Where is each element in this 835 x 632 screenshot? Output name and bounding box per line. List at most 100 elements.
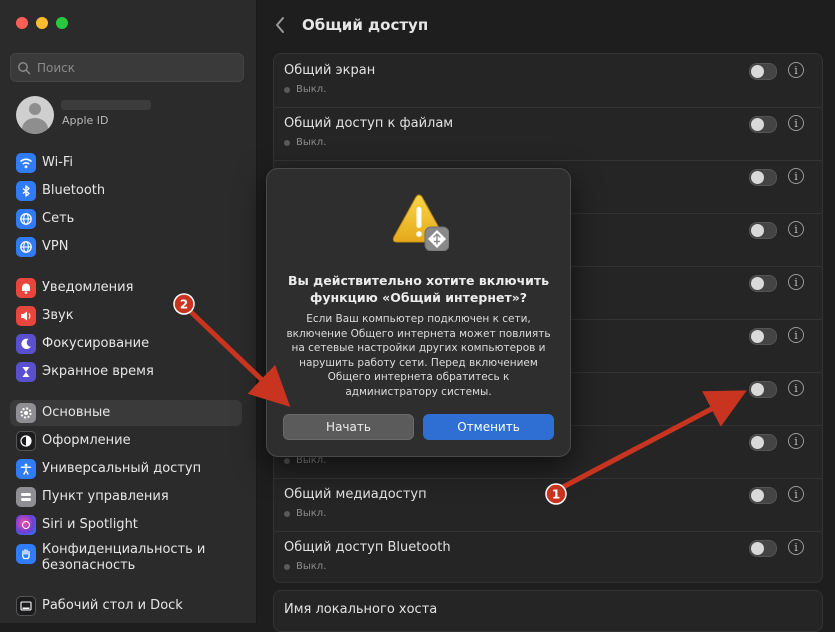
status-dot <box>284 86 290 93</box>
siri-icon <box>16 515 36 535</box>
service-name: Общий доступ Bluetooth <box>284 540 451 555</box>
sidebar-item-notifications[interactable]: Уведомления <box>10 275 242 301</box>
sidebar-item-label: Wi-Fi <box>42 155 74 170</box>
sidebar-item-label: Оформление <box>42 433 131 448</box>
sidebar-item-accessibility[interactable]: Универсальный доступ <box>10 456 242 482</box>
sidebar-item-label: Siri и Spotlight <box>42 517 138 532</box>
sidebar-item-label: VPN <box>42 239 69 254</box>
sidebar-item-screen-time[interactable]: Экранное время <box>10 359 242 385</box>
accessibility-icon <box>16 459 36 479</box>
local-hostname-section: Имя локального хоста <box>273 590 823 632</box>
internet-sharing-toggle[interactable] <box>749 381 777 398</box>
search-input[interactable] <box>35 59 229 76</box>
dialog-heading: Вы действительно хотите включить функцию… <box>287 273 550 305</box>
sidebar-item-label: Универсальный доступ <box>42 461 202 476</box>
wifi-icon <box>16 153 36 173</box>
close-window-button[interactable] <box>16 17 28 29</box>
service-name: Общий доступ к файлам <box>284 116 454 131</box>
start-button[interactable]: Начать <box>283 414 414 440</box>
sidebar-item-label: Рабочий стол и Dock <box>42 598 183 613</box>
sidebar-item-label: Bluetooth <box>42 183 106 198</box>
service-toggle[interactable] <box>749 116 777 133</box>
info-icon[interactable]: i <box>788 115 804 131</box>
globe-icon <box>16 209 36 229</box>
search-icon <box>18 61 31 74</box>
status-dot <box>284 457 290 464</box>
service-status: Выкл. <box>284 561 326 572</box>
info-icon[interactable]: i <box>788 539 804 555</box>
back-chevron-icon[interactable] <box>273 14 287 36</box>
service-row: Общий доступ к файлам Выкл. i <box>274 107 822 161</box>
control-center-icon <box>16 487 36 507</box>
sidebar-item-label: Звук <box>42 308 74 323</box>
service-name: Общий медиадоступ <box>284 487 427 502</box>
service-row: Общий доступ Bluetooth Выкл. i <box>274 531 822 584</box>
appearance-icon <box>16 431 36 451</box>
status-dot <box>284 139 290 146</box>
account-subtitle: Apple ID <box>62 114 109 127</box>
zoom-window-button[interactable] <box>56 17 68 29</box>
confirm-dialog: Вы действительно хотите включить функцию… <box>266 168 571 457</box>
bell-icon <box>16 278 36 298</box>
sidebar-item-label: Пункт управления <box>42 489 169 504</box>
service-toggle[interactable] <box>749 328 777 345</box>
gear-icon <box>16 403 36 423</box>
service-status: Выкл. <box>284 508 326 519</box>
search-field[interactable] <box>10 53 244 82</box>
sidebar-item-desktop-dock[interactable]: Рабочий стол и Dock <box>10 593 242 619</box>
dialog-message: Если Ваш компьютер подключен к сети, вкл… <box>286 313 551 398</box>
vpn-icon <box>16 237 36 257</box>
service-status: Выкл. <box>284 137 326 148</box>
status-dot <box>284 510 290 517</box>
sidebar-item-focus[interactable]: Фокусирование <box>10 331 242 357</box>
service-toggle[interactable] <box>749 487 777 504</box>
apple-id-account[interactable]: Apple ID <box>16 96 246 136</box>
bluetooth-icon <box>16 181 36 201</box>
status-dot <box>284 563 290 570</box>
sidebar-item-label: Экранное время <box>42 364 154 379</box>
sidebar-item-general[interactable]: Основные <box>10 400 242 426</box>
service-toggle[interactable] <box>749 63 777 80</box>
service-row: Общий экран Выкл. i <box>274 54 822 108</box>
account-name-redacted <box>61 100 151 110</box>
sidebar-item-appearance[interactable]: Оформление <box>10 428 242 454</box>
info-icon[interactable]: i <box>788 274 804 290</box>
service-name: Общий экран <box>284 63 376 78</box>
hourglass-icon <box>16 362 36 382</box>
avatar <box>16 96 54 134</box>
service-row: Общий медиадоступ Выкл. i <box>274 478 822 532</box>
service-toggle[interactable] <box>749 540 777 557</box>
info-icon[interactable]: i <box>788 221 804 237</box>
service-toggle[interactable] <box>749 222 777 239</box>
service-toggle[interactable] <box>749 169 777 186</box>
service-toggle[interactable] <box>749 275 777 292</box>
speaker-icon <box>16 306 36 326</box>
sidebar-item-vpn[interactable]: VPN <box>10 234 242 260</box>
sidebar-item-control-center[interactable]: Пункт управления <box>10 484 242 510</box>
sidebar-item-label: Уведомления <box>42 280 134 295</box>
page-title: Общий доступ <box>302 16 429 34</box>
info-icon[interactable]: i <box>788 168 804 184</box>
sidebar-item-privacy-security[interactable]: Конфиденциальность и безопасность <box>10 542 242 580</box>
hostname-label: Имя локального хоста <box>284 602 438 617</box>
sidebar: Apple ID Wi-Fi Bluetooth Сеть VPN Уведом… <box>0 0 257 623</box>
sidebar-item-sound[interactable]: Звук <box>10 303 242 329</box>
warning-icon <box>392 194 449 251</box>
info-icon[interactable]: i <box>788 327 804 343</box>
cancel-button[interactable]: Отменить <box>423 414 554 440</box>
dock-icon <box>16 596 36 616</box>
sidebar-item-network[interactable]: Сеть <box>10 206 242 232</box>
minimize-window-button[interactable] <box>36 17 48 29</box>
info-icon[interactable]: i <box>788 433 804 449</box>
sidebar-item-wifi[interactable]: Wi-Fi <box>10 150 242 176</box>
sidebar-item-label: Основные <box>42 405 111 420</box>
sidebar-item-siri-spotlight[interactable]: Siri и Spotlight <box>10 512 242 538</box>
info-icon[interactable]: i <box>788 380 804 396</box>
sidebar-item-label: Сеть <box>42 211 75 226</box>
service-toggle[interactable] <box>749 434 777 451</box>
sidebar-item-label: Фокусирование <box>42 336 150 351</box>
sidebar-item-bluetooth[interactable]: Bluetooth <box>10 178 242 204</box>
info-icon[interactable]: i <box>788 62 804 78</box>
info-icon[interactable]: i <box>788 486 804 502</box>
moon-icon <box>16 334 36 354</box>
